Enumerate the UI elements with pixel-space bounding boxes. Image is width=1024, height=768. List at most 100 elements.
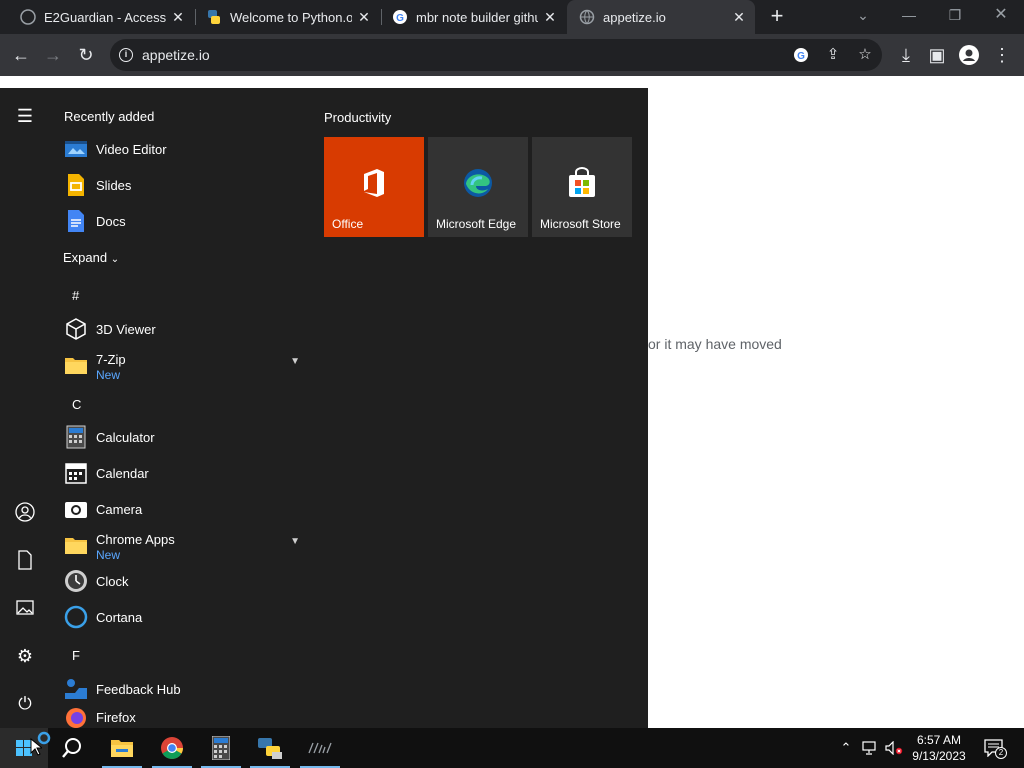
video-editor-icon (65, 141, 87, 157)
power-icon[interactable]: ⏻ (12, 691, 38, 717)
notification-center-icon[interactable]: 2 (982, 738, 1007, 759)
profile-avatar[interactable] (956, 42, 982, 68)
calculator-icon (66, 425, 86, 449)
tab-google-search[interactable]: G mbr note builder githu ✕ (380, 0, 566, 34)
close-icon[interactable]: ✕ (170, 9, 186, 25)
app-list: Recently added Video Editor Slides Docs … (50, 88, 310, 728)
app-firefox[interactable]: Firefox (62, 700, 302, 728)
app-docs[interactable]: Docs (62, 204, 302, 238)
tile-label: Microsoft Edge (436, 217, 517, 231)
reload-button[interactable]: ↻ (73, 42, 99, 68)
close-window-button[interactable]: ✕ (986, 4, 1016, 26)
volume-muted-icon[interactable] (884, 738, 904, 758)
letter-header-c[interactable]: C (72, 397, 81, 412)
tile-microsoft-edge[interactable]: Microsoft Edge (428, 137, 528, 237)
expand-button[interactable]: Expand ⌄ (63, 250, 119, 265)
app-camera[interactable]: Camera (62, 492, 302, 526)
app-clock[interactable]: Clock (62, 564, 302, 598)
tab-search-icon[interactable]: ⌄ (848, 4, 878, 26)
app-3d-viewer[interactable]: 3D Viewer (62, 312, 302, 346)
chevron-down-icon[interactable]: ▼ (290, 536, 300, 547)
app-name: Slides (96, 178, 132, 193)
page-message: or it may have moved (648, 336, 782, 352)
side-panel-icon[interactable]: ▣ (924, 42, 950, 68)
app-slides[interactable]: Slides (62, 168, 302, 202)
app-name: 3D Viewer (96, 322, 156, 337)
cube-icon (66, 318, 86, 340)
tab-appetize[interactable]: appetize.io ✕ (567, 0, 755, 34)
app-calculator[interactable]: Calculator (62, 420, 302, 454)
browser-tab-strip: E2Guardian - Access De ✕ Welcome to Pyth… (0, 0, 1024, 34)
app-chrome-apps[interactable]: Chrome Apps New ▼ (62, 528, 302, 562)
office-icon (364, 169, 384, 197)
url-text[interactable]: appetize.io (142, 47, 210, 63)
tab-e2guardian[interactable]: E2Guardian - Access De ✕ (8, 0, 194, 34)
forward-button[interactable]: → (40, 42, 66, 68)
address-bar[interactable]: i appetize.io G ⇪ ☆ (110, 39, 882, 71)
globe-icon (579, 9, 595, 25)
close-icon[interactable]: ✕ (356, 9, 372, 25)
bookmark-star-icon[interactable]: ☆ (856, 46, 874, 64)
app-name: 7-Zip (96, 352, 126, 367)
app-calendar[interactable]: Calendar (62, 456, 302, 490)
app-name: Camera (96, 502, 143, 517)
share-icon[interactable]: ⇪ (824, 46, 842, 64)
taskbar-app-generic[interactable] (296, 728, 344, 768)
app-name: Calculator (96, 430, 155, 445)
chevron-down-icon[interactable]: ▼ (290, 356, 300, 367)
python-icon (208, 10, 220, 24)
app-cortana[interactable]: Cortana (62, 600, 302, 634)
start-menu: ☰ ⚙ ⏻ Recently added Video Editor Slides… (0, 88, 648, 728)
close-icon[interactable]: ✕ (542, 9, 558, 25)
tab-title: mbr note builder githu (416, 9, 538, 25)
tab-python[interactable]: Welcome to Python.org ✕ (194, 0, 380, 34)
tile-microsoft-store[interactable]: Microsoft Store (532, 137, 632, 237)
google-lens-icon[interactable]: G (792, 46, 810, 64)
new-tab-button[interactable]: + (766, 5, 788, 28)
tab-title: Welcome to Python.org (230, 9, 352, 25)
firefox-icon (66, 708, 86, 728)
taskbar-chrome[interactable] (148, 728, 196, 768)
tiles-group-heading: Productivity (324, 110, 392, 125)
start-button[interactable] (0, 728, 51, 768)
mouse-cursor-icon (30, 738, 42, 756)
taskbar-python[interactable] (246, 728, 294, 768)
pictures-icon[interactable] (12, 595, 38, 621)
restore-button[interactable]: ❐ (940, 4, 970, 26)
system-clock[interactable]: 6:57 AM 9/13/2023 (904, 732, 974, 764)
settings-gear-icon[interactable]: ⚙ (12, 643, 38, 669)
menu-kebab-icon[interactable]: ⋮ (989, 42, 1015, 68)
download-icon[interactable]: ⤓ (893, 42, 919, 68)
app-video-editor[interactable]: Video Editor (62, 132, 302, 166)
hamburger-icon[interactable]: ☰ (12, 103, 38, 129)
back-button[interactable]: ← (8, 42, 34, 68)
file-explorer-icon (111, 740, 133, 757)
close-icon[interactable]: ✕ (731, 9, 747, 25)
tile-office[interactable]: Office (324, 137, 424, 237)
minimize-button[interactable]: — (894, 4, 924, 26)
info-icon[interactable]: i (119, 48, 133, 62)
app-window-icon (308, 742, 332, 754)
user-account-icon[interactable] (12, 499, 38, 525)
app-name: Firefox (96, 710, 136, 725)
documents-icon[interactable] (12, 547, 38, 573)
svg-text:G: G (396, 13, 404, 24)
app-7zip[interactable]: 7-Zip New ▼ (62, 348, 302, 382)
letter-header-f[interactable]: F (72, 648, 80, 663)
taskbar-file-explorer[interactable] (98, 728, 146, 768)
camera-icon (65, 502, 87, 518)
search-button[interactable] (48, 728, 96, 768)
slides-icon (68, 174, 84, 196)
chrome-icon (161, 737, 183, 759)
calendar-icon (65, 463, 87, 484)
chevron-up-icon[interactable]: ⌃ (836, 738, 856, 758)
docs-icon (68, 210, 84, 232)
search-icon (62, 738, 81, 758)
app-name: Chrome Apps (96, 532, 175, 547)
network-icon[interactable] (860, 738, 880, 758)
taskbar-calculator[interactable] (197, 728, 245, 768)
tile-label: Office (332, 217, 364, 231)
tab-title: appetize.io (603, 9, 666, 25)
letter-header-hash[interactable]: # (72, 288, 79, 303)
new-badge: New (96, 368, 121, 382)
